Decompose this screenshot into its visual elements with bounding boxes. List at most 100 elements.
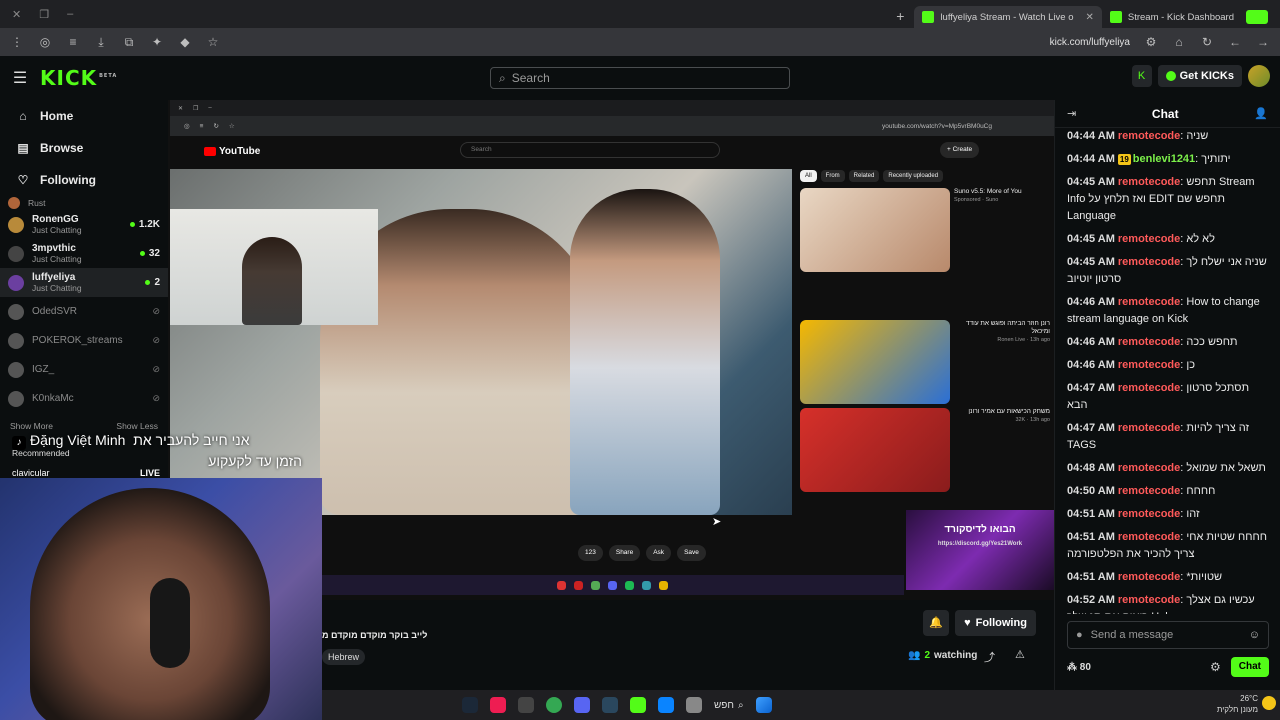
youtube-create: + Create [940,142,980,158]
home-icon[interactable]: ⌂ [1172,35,1186,49]
sidebar-channel-k0nkamc[interactable]: K0nkaMc ⊘ [0,384,168,413]
message-time: 04:45 AM [1067,256,1115,268]
chat-input[interactable]: ● Send a message ☺ [1067,621,1269,649]
notepad-icon[interactable] [686,697,702,713]
reading-list-icon[interactable]: ≡ [66,35,80,49]
obs-icon[interactable] [518,697,534,713]
message-time: 04:51 AM [1067,571,1115,583]
weather-icon [1262,696,1276,710]
steam-icon[interactable] [602,697,618,713]
message-username[interactable]: remotecode [1118,571,1180,583]
home-icon: ⌂ [19,109,27,123]
message-time: 04:52 AM [1067,594,1115,606]
chat-message: 04:47 AM remotecode: תסתכל סרטון הבא [1067,382,1250,411]
close-window-icon[interactable]: ✕ [12,8,21,21]
sidebar-channel-pokerok[interactable]: POKEROK_streams ⊘ [0,326,168,355]
steam-icon[interactable] [462,697,478,713]
extension-icon[interactable]: ✦ [150,35,164,49]
gear-icon[interactable]: ⚙ [1210,660,1221,674]
sidebar-channel-partial[interactable]: Rust [0,196,168,210]
app-icon[interactable] [658,697,674,713]
url-field[interactable]: kick.com/luffyeliya [1050,37,1130,48]
emoji-icon[interactable]: ☺ [1249,629,1260,641]
windows-start-icon[interactable] [755,697,772,713]
live-icon[interactable] [630,697,646,713]
extension-icon[interactable]: ◎ [38,35,52,49]
chat-message: 04:51 AM remotecode: *שטויות [1067,571,1223,583]
user-avatar[interactable] [1248,65,1270,87]
message-text: *שטויות [1186,571,1223,583]
search-input[interactable]: ⌕ Search [490,67,790,89]
message-username[interactable]: remotecode [1118,485,1180,497]
sidebar-channel-3mpvthic[interactable]: 3mpvthic Just Chatting 32 [0,239,168,268]
download-icon[interactable]: ⤓ [94,35,108,50]
menu-dots-icon[interactable]: ⋮ [10,35,24,49]
message-username[interactable]: remotecode [1118,233,1180,245]
tiktok-icon[interactable] [490,697,506,713]
weather-widget[interactable]: 26°C מעונן חלקית [1217,693,1276,715]
collapse-chat-icon[interactable]: ⇥ [1067,107,1076,120]
forward-icon[interactable]: → [1256,35,1270,49]
minimize-window-icon[interactable]: – [67,8,73,21]
message-username[interactable]: remotecode [1118,508,1180,520]
hamburger-menu-icon[interactable]: ☰ [0,68,40,88]
message-time: 04:46 AM [1067,359,1115,371]
bookmark-star-icon[interactable]: ☆ [206,35,220,49]
reload-icon[interactable]: ↻ [1200,35,1214,49]
message-username[interactable]: remotecode [1118,422,1180,434]
kicks-coin-icon [1165,71,1176,81]
discord-icon[interactable] [574,697,590,713]
message-username[interactable]: remotecode [1118,382,1180,394]
puzzle-icon[interactable]: ⧉ [122,35,136,50]
get-kicks-button[interactable]: Get KICKs [1157,65,1242,87]
message-username[interactable]: benlevi1241 [1133,153,1195,165]
kick-logo[interactable]: KICK BETA [40,66,117,90]
message-username[interactable]: remotecode [1118,359,1180,371]
tune-icon[interactable]: ⚙ [1144,35,1158,49]
message-username[interactable]: remotecode [1118,336,1180,348]
nav-following[interactable]: ♡ Following [0,164,168,196]
message-username[interactable]: remotecode [1118,176,1180,188]
message-text: תשאל את שמואל [1186,462,1266,474]
embedded-address-bar: ◎ ≡ ↻ ☆ youtube.com/watch?v=Mp5vrBM0uCg [170,116,1054,136]
message-username[interactable]: remotecode [1118,594,1180,606]
message-username[interactable]: remotecode [1118,531,1180,543]
chat-message: 04:44 AM remotecode: שניה [1067,130,1209,142]
tab-kick-dashboard[interactable]: Stream - Kick Dashboard [1102,6,1242,28]
sidebar-channel-luffyeliya[interactable]: luffyeliya Just Chatting 2 [0,268,168,297]
kick-extension-icon[interactable] [1246,10,1268,24]
sidebar-channel-igz[interactable]: IGZ_ ⊘ [0,355,168,384]
nav-home[interactable]: ⌂ Home [0,100,168,132]
send-chat-button[interactable]: Chat [1230,657,1269,677]
new-tab-button[interactable]: + [886,8,914,24]
message-username[interactable]: remotecode [1118,256,1180,268]
sidebar-channel-clavicular[interactable]: clavicular LIVE [12,468,160,478]
message-time: 04:50 AM [1067,485,1115,497]
offline-icon: ⊘ [152,364,160,374]
channel-avatar [8,390,24,407]
close-tab-icon[interactable]: ✕ [1085,12,1093,23]
related-video: משחק הכישאות עם אמיר ורונן 32K · 13h ago [800,408,1050,492]
chrome-icon[interactable] [546,697,562,713]
back-icon[interactable]: ← [1228,35,1242,49]
message-username[interactable]: remotecode [1118,130,1180,142]
sidebar-channel-ronengg[interactable]: RonenGG Just Chatting 1.2K [0,210,168,239]
offline-icon: ⊘ [152,393,160,403]
report-icon[interactable]: ⚠ [1015,648,1025,661]
share-icon[interactable]: ⤴ [984,649,995,665]
nav-browse[interactable]: ▤ Browse [0,132,168,164]
message-username[interactable]: remotecode [1118,296,1180,308]
taskbar-search[interactable]: חפש ⌕ [714,700,744,711]
extension-icon[interactable]: ◆ [178,35,192,49]
notification-bell-button[interactable]: 🔔 [923,610,949,636]
message-username[interactable]: remotecode [1118,462,1180,474]
language-tag[interactable]: Hebrew [322,649,366,665]
creator-dashboard-icon[interactable]: K [1131,65,1152,87]
users-icon[interactable]: 👤 [1254,107,1268,120]
tab-kick-stream[interactable]: luffyeliya Stream - Watch Live o ✕ [914,6,1102,28]
following-button[interactable]: ♥ Following [955,610,1036,636]
headphones-icon [150,578,190,668]
channel-points[interactable]: ⁂ 80 [1067,662,1091,673]
sidebar-channel-odedsvr[interactable]: OdedSVR ⊘ [0,297,168,326]
restore-window-icon[interactable]: ❐ [39,8,49,21]
